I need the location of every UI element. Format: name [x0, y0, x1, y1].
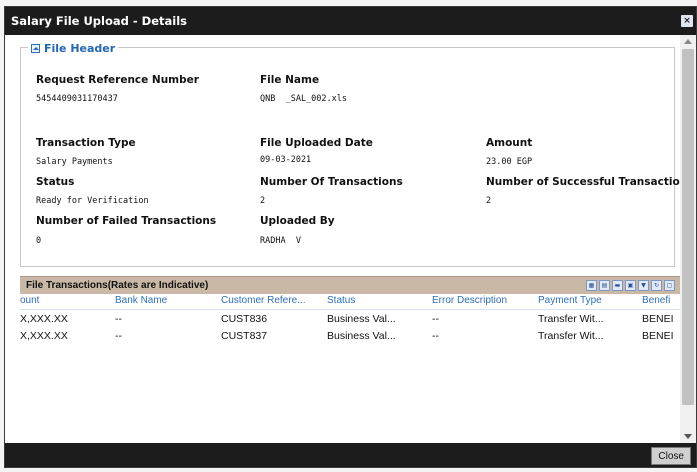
cell-payment-type: Transfer Wit...	[538, 313, 604, 325]
dialog-footer: Close	[5, 443, 696, 467]
cell-customer-reference: CUST836	[221, 313, 268, 325]
dialog-title: Salary File Upload - Details	[11, 14, 187, 28]
status-label: Status	[36, 176, 75, 188]
grid-column-headers: ount Bank Name Customer Refere... Status…	[20, 294, 681, 310]
cell-beneficiary: BENEI	[642, 330, 674, 342]
filter-icon[interactable]: ▼	[638, 280, 649, 291]
file-uploaded-date-label: File Uploaded Date	[260, 137, 373, 149]
file-header-legend-text: File Header	[44, 41, 116, 55]
cell-error-description: --	[432, 330, 439, 342]
file-transactions-header: File Transactions(Rates are Indicative) …	[20, 276, 681, 295]
dialog-content: File Header Request Reference Number 545…	[5, 35, 681, 443]
transaction-type-value: Salary Payments	[36, 157, 113, 167]
print-icon[interactable]: ▬	[612, 280, 623, 291]
dialog-titlebar: Salary File Upload - Details ×	[5, 7, 696, 35]
scrollbar-thumb[interactable]	[682, 49, 694, 405]
successful-transactions-label: Number of Successful Transactions	[486, 176, 681, 188]
cell-error-description: --	[432, 313, 439, 325]
settings-icon[interactable]: ▢	[664, 280, 675, 291]
refresh-icon[interactable]: ↻	[651, 280, 662, 291]
cell-status: Business Val...	[327, 313, 396, 325]
cell-beneficiary: BENEI	[642, 313, 674, 325]
close-button[interactable]: Close	[651, 447, 691, 465]
cell-bank-name: --	[115, 330, 122, 342]
amount-label: Amount	[486, 137, 533, 149]
amount-value: 23.00 EGP	[486, 157, 533, 167]
cell-amount: X,XXX.XX	[20, 313, 68, 325]
number-of-transactions-label: Number Of Transactions	[260, 176, 403, 188]
collapse-icon[interactable]	[31, 43, 40, 53]
salary-file-upload-dialog: Salary File Upload - Details × File Head…	[4, 6, 697, 468]
successful-transactions-value: 2	[486, 196, 492, 206]
column-header-payment-type[interactable]: Payment Type	[538, 295, 602, 306]
request-reference-value: 5454409031170437	[36, 94, 118, 104]
cell-status: Business Val...	[327, 330, 396, 342]
column-header-status[interactable]: Status	[327, 295, 355, 306]
close-icon[interactable]: ×	[681, 15, 693, 27]
file-header-section: File Header Request Reference Number 545…	[20, 40, 681, 267]
column-header-customer-reference[interactable]: Customer Refere...	[221, 295, 305, 306]
cell-amount: X,XXX.XX	[20, 330, 68, 342]
transaction-type-label: Transaction Type	[36, 137, 136, 149]
cell-customer-reference: CUST837	[221, 330, 268, 342]
column-header-bank-name[interactable]: Bank Name	[115, 295, 167, 306]
uploaded-by-value: RADHA V	[260, 236, 301, 246]
uploaded-by-label: Uploaded By	[260, 215, 335, 227]
grid-toolbar: ▦ ▤ ▬ ▣ ▼ ↻ ▢	[586, 280, 675, 291]
pdf-export-icon[interactable]: ▤	[599, 280, 610, 291]
scroll-up-icon[interactable]	[684, 39, 692, 44]
vertical-scrollbar[interactable]	[680, 35, 696, 443]
cell-payment-type: Transfer Wit...	[538, 330, 604, 342]
table-row[interactable]: X,XXX.XX -- CUST837 Business Val... -- T…	[20, 328, 681, 344]
number-of-transactions-value: 2	[260, 196, 266, 206]
column-header-beneficiary[interactable]: Benefi	[642, 295, 670, 306]
file-transactions-title: File Transactions(Rates are Indicative)	[26, 280, 209, 291]
save-icon[interactable]: ▣	[625, 280, 636, 291]
file-name-value: QNB _SAL_002.xls	[260, 94, 347, 104]
excel-export-icon[interactable]: ▦	[586, 280, 597, 291]
cell-bank-name: --	[115, 313, 122, 325]
status-value: Ready for Verification	[36, 196, 149, 206]
column-header-amount[interactable]: ount	[20, 295, 39, 306]
file-name-label: File Name	[260, 74, 320, 86]
table-row[interactable]: X,XXX.XX -- CUST836 Business Val... -- T…	[20, 311, 681, 327]
scroll-down-icon[interactable]	[684, 434, 692, 439]
file-uploaded-date-value: 09-03-2021	[260, 155, 312, 165]
failed-transactions-label: Number of Failed Transactions	[36, 215, 217, 227]
request-reference-label: Request Reference Number	[36, 74, 199, 86]
file-header-legend[interactable]: File Header	[28, 40, 119, 56]
column-header-error-description[interactable]: Error Description	[432, 295, 507, 306]
failed-transactions-value: 0	[36, 236, 42, 246]
